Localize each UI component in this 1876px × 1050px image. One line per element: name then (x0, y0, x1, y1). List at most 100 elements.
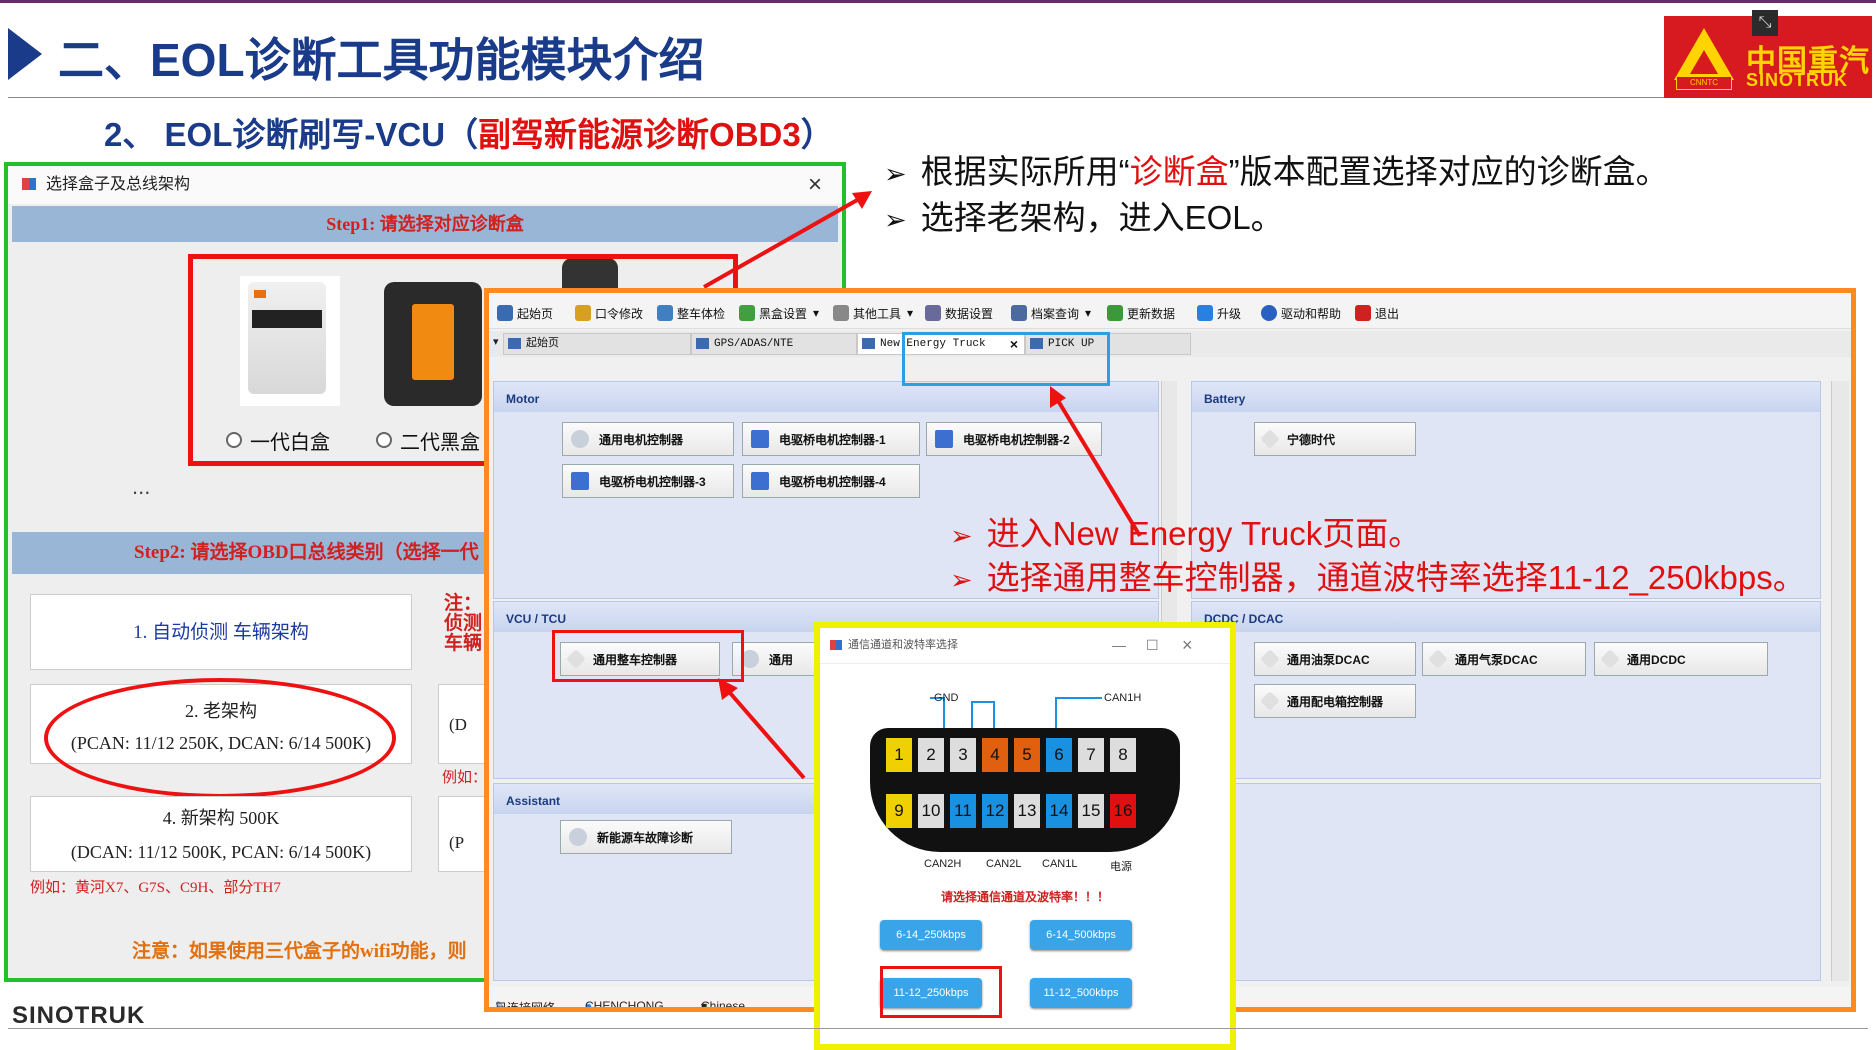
menu-other-tools[interactable]: 其他工具 ▾ (833, 303, 913, 323)
baud-11-12-500k-button[interactable]: 11-12_500kbps (1030, 978, 1132, 1008)
btn-label: 通用电机控制器 (599, 432, 684, 447)
menu-label: 更新数据 (1127, 306, 1176, 321)
exit-icon (1355, 305, 1371, 321)
option-new-architecture[interactable]: 4. 新架构 500K (DCAN: 11/12 500K, PCAN: 6/1… (30, 796, 412, 872)
label-can1l: CAN1L (1042, 858, 1078, 870)
callout-1: ➢ 进入New Energy Truck页面。 (950, 512, 1421, 558)
menu-exit[interactable]: 退出 (1355, 303, 1399, 323)
tab-page-icon (696, 338, 709, 349)
baud-6-14-250k-button[interactable]: 6-14_250kbps (880, 920, 982, 950)
option-auto-detect[interactable]: 1. 自动侦测 车辆架构 (30, 594, 412, 670)
pin-wires-top (930, 697, 1102, 728)
menu-start[interactable]: 起始页 (497, 303, 553, 323)
minimize-icon[interactable]: — (1112, 628, 1126, 662)
key-icon (575, 305, 591, 321)
pin-16: 16 (1110, 794, 1136, 828)
select-warning: 请选择通信通道及波特率！！！ (940, 890, 1109, 904)
subtitle-suffix: ） (800, 116, 834, 153)
menu-label: 数据设置 (945, 306, 994, 321)
menu-data-settings[interactable]: 数据设置 (925, 303, 993, 323)
truck-icon (657, 305, 673, 321)
menu-password[interactable]: 口令修改 (575, 303, 643, 323)
btn-label: 新能源车故障诊断 (597, 830, 694, 845)
menu-vehicle-check[interactable]: 整车体检 (657, 303, 725, 323)
more-ellipsis: ... (132, 474, 151, 499)
label-can2l: CAN2L (986, 858, 1022, 870)
tab-label: GPS/ADAS/NTE (714, 338, 794, 350)
menu-label: 整车体检 (677, 306, 726, 321)
tab-gps[interactable]: GPS/ADAS/NTE (691, 333, 857, 355)
btn-label: 电驱桥电机控制器-4 (779, 474, 886, 489)
close-icon[interactable]: × (1182, 628, 1193, 662)
menu-help[interactable]: 驱动和帮助 (1261, 303, 1341, 323)
footer-brand: SINOTRUK (12, 1002, 146, 1029)
pin-9: 9 (886, 794, 912, 828)
pointer-arrow-1 (703, 191, 872, 289)
pin-6: 6 (1046, 738, 1072, 772)
pin-15: 15 (1078, 794, 1104, 828)
menu-label: 其他工具 (853, 306, 902, 321)
pen-icon (571, 472, 589, 490)
btn-air-pump-dcac[interactable]: 通用气泵DCAC (1422, 642, 1586, 676)
top-accent-line (0, 0, 1876, 3)
btn-label: 通用 (769, 652, 794, 667)
btn-axle-motor-3[interactable]: 电驱桥电机控制器-3 (562, 464, 734, 498)
dropdown-arrow-icon: ▾ (813, 306, 820, 320)
btn-label: 宁德时代 (1287, 432, 1336, 447)
btn-label: 通用DCDC (1627, 652, 1686, 667)
btn-oil-pump-dcac[interactable]: 通用油泵DCAC (1254, 642, 1416, 676)
note-line-3: 车辆 (444, 633, 483, 654)
menu-label: 驱动和帮助 (1281, 306, 1342, 321)
dcdc-title: DCDC / DCAC (1192, 602, 1820, 632)
pen-icon (751, 430, 769, 448)
slide-title: 二、EOL诊断工具功能模块介绍 (58, 34, 705, 86)
app-icon (830, 640, 842, 650)
pin-8: 8 (1110, 738, 1136, 772)
instruction-bullets: ➢ 根据实际所用“诊断盒”版本配置选择对应的诊断盒。 ➢ 选择老架构，进入EOL。 (884, 150, 1669, 242)
right-bottom-body (1192, 784, 1820, 980)
dialog-title: 选择盒子及总线架构 (46, 176, 191, 193)
menu-label: 起始页 (517, 306, 554, 321)
menu-update-data[interactable]: 更新数据 (1107, 303, 1175, 323)
right-scrollbar[interactable] (1831, 381, 1849, 981)
blackbox-icon (739, 305, 755, 321)
dcdc-panel: DCDC / DCAC 通用油泵DCAC 通用气泵DCAC 通用DCDC 通用配… (1191, 601, 1821, 779)
bullet-1-text: 根据实际所用“ (920, 153, 1130, 190)
bullet-1: ➢ 根据实际所用“诊断盒”版本配置选择对应的诊断盒。 (884, 150, 1669, 196)
menu-upgrade[interactable]: 升级 (1197, 303, 1241, 323)
menu-blackbox[interactable]: 黑盒设置 ▾ (739, 303, 819, 323)
obd-titlebar: 通信通道和波特率选择 — ☐ × (820, 628, 1230, 664)
note-line-1: 注： (444, 593, 483, 614)
tab-label: 起始页 (526, 338, 559, 350)
btn-general-dcdc[interactable]: 通用DCDC (1594, 642, 1768, 676)
tab-dropdown-icon[interactable]: ▾ (493, 335, 499, 348)
btn-axle-motor-4[interactable]: 电驱桥电机控制器-4 (742, 464, 920, 498)
btn-catl[interactable]: 宁德时代 (1254, 422, 1416, 456)
baud-selection-highlight (880, 966, 1002, 1018)
shrink-icon[interactable]: ⤡ (1752, 10, 1778, 36)
example-side: 例如： (442, 770, 488, 786)
menu-bar: 起始页 口令修改 整车体检 黑盒设置 ▾ 其他工具 ▾ 数据设置 档案查询 ▾ 更新数… (489, 293, 1851, 329)
logo-tag: CNNTC (1676, 76, 1732, 90)
btn-label: 电驱桥电机控制器-1 (779, 432, 886, 447)
cube-icon (1428, 649, 1448, 669)
btn-label: 通用配电箱控制器 (1287, 694, 1384, 709)
btn-power-distribution[interactable]: 通用配电箱控制器 (1254, 684, 1416, 718)
footer-divider (8, 1028, 1868, 1029)
bullet-2: ➢ 选择老架构，进入EOL。 (884, 196, 1669, 242)
btn-fault-diagnosis[interactable]: 新能源车故障诊断 (560, 820, 732, 854)
maximize-icon[interactable]: ☐ (1146, 628, 1159, 662)
btn-axle-motor-1[interactable]: 电驱桥电机控制器-1 (742, 422, 920, 456)
cube-icon (1600, 649, 1620, 669)
baud-6-14-500k-button[interactable]: 6-14_500kbps (1030, 920, 1132, 950)
cube-icon (1260, 429, 1280, 449)
menu-archive[interactable]: 档案查询 ▾ (1011, 303, 1091, 323)
tab-start[interactable]: 起始页 (503, 333, 691, 355)
logo-english-text: SINOTRUK (1746, 70, 1848, 90)
btn-general-motor[interactable]: 通用电机控制器 (562, 422, 734, 456)
data-icon (925, 305, 941, 321)
example-models: 例如：黄河X7、G7S、C9H、部分TH7 (30, 880, 281, 896)
wrench-icon (833, 305, 849, 321)
dropdown-arrow-icon: ▾ (907, 306, 914, 320)
tab-page-icon (508, 338, 521, 349)
